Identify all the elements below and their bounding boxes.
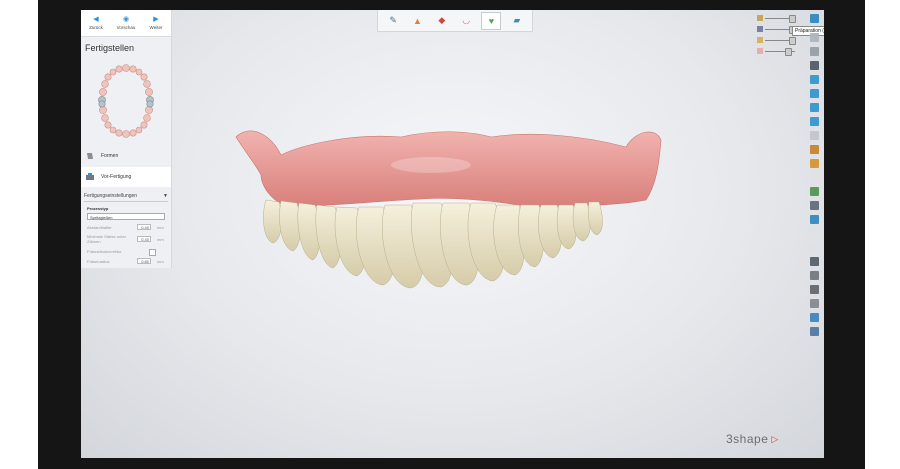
mill-radius-unit: mm xyxy=(157,259,164,264)
cut-icon[interactable] xyxy=(809,201,819,210)
color-palette-icon: ◆ xyxy=(438,15,446,25)
process-type-label: Prozesstyp xyxy=(87,206,109,211)
slider-upper[interactable] xyxy=(757,14,797,25)
visibility-sliders xyxy=(757,14,797,58)
transparency-icon[interactable] xyxy=(809,131,819,140)
toolbar-smile-button[interactable]: ◡ xyxy=(457,13,475,29)
step-label-formen: Formen xyxy=(101,153,119,159)
preview-label: Vorschau xyxy=(116,24,136,30)
axis-icon[interactable] xyxy=(809,299,819,308)
gingiva-icon: ♥ xyxy=(488,15,495,26)
toolbar-color-button[interactable]: ◆ xyxy=(433,13,451,29)
min-thickness-input[interactable]: 0.40 xyxy=(137,236,151,242)
section-icon[interactable] xyxy=(809,145,819,154)
disabled-icon-2 xyxy=(809,229,819,238)
slider-lower[interactable] xyxy=(757,25,797,36)
step-vor-fertigung[interactable]: Vor-Fertigung xyxy=(81,167,171,187)
view-icon-2[interactable] xyxy=(809,47,819,56)
mill-radius-correction-checkbox[interactable] xyxy=(149,249,156,256)
view-back-icon[interactable] xyxy=(809,89,819,98)
spacer-input[interactable]: 0.40 xyxy=(137,224,151,230)
toolbar-base-button[interactable]: ▰ xyxy=(508,13,526,29)
settings-header[interactable]: Fertigungseinstellungen ▼ xyxy=(84,191,168,202)
info-icon[interactable] xyxy=(809,327,819,336)
mill-radius-correction-label: Fräsradiuskorrektur xyxy=(87,249,122,254)
eye-icon: ◉ xyxy=(123,15,130,23)
gingiva-small-icon xyxy=(757,48,763,54)
view-icon-3[interactable] xyxy=(809,61,819,70)
teeth-icon xyxy=(757,37,763,43)
shape-tooth-icon xyxy=(87,153,93,159)
view-right-icon[interactable] xyxy=(809,117,819,126)
spacer-unit: mm xyxy=(157,225,164,230)
view-icon-1[interactable] xyxy=(809,33,819,42)
camera-icon[interactable] xyxy=(809,271,819,280)
disabled-icon-1 xyxy=(809,173,819,182)
toolbar-brush-button[interactable]: ✎ xyxy=(384,13,402,29)
filter-icon[interactable] xyxy=(809,285,819,294)
base-plate-icon: ▰ xyxy=(513,15,521,25)
manufacturing-icon xyxy=(86,173,94,180)
tooth-chart[interactable] xyxy=(93,62,159,140)
min-thickness-label: Minimale Stärke unter Zähnen xyxy=(87,234,126,244)
screenshot-icon[interactable] xyxy=(809,257,819,266)
nav-bar: ◀ Zurück ◉ Vorschau ▶ Weiter xyxy=(81,10,171,37)
app-screen: ◀ Zurück ◉ Vorschau ▶ Weiter Fertigstell… xyxy=(81,10,824,458)
occlusion-icon[interactable] xyxy=(809,187,819,196)
settings-title: Fertigungseinstellungen xyxy=(84,193,138,199)
step-label-vor-fertigung: Vor-Fertigung xyxy=(101,174,132,180)
view-front-icon[interactable] xyxy=(809,75,819,84)
lower-jaw-icon xyxy=(757,26,763,32)
close-icon[interactable] xyxy=(809,14,819,23)
measure-icon[interactable] xyxy=(809,159,819,168)
brand-logo: 3shape ▷ xyxy=(726,432,779,446)
back-arrow-icon: ◀ xyxy=(93,15,99,23)
step-formen[interactable]: Formen xyxy=(81,146,171,166)
back-label: Zurück xyxy=(89,24,103,30)
next-button[interactable]: ▶ Weiter xyxy=(141,10,171,36)
smile-icon: ◡ xyxy=(462,15,471,25)
upper-jaw-icon xyxy=(757,15,763,21)
brush-icon: ✎ xyxy=(389,15,397,25)
layer-icon[interactable] xyxy=(809,215,819,224)
chevron-down-icon: ▼ xyxy=(163,193,168,199)
panel-title: Fertigstellen xyxy=(85,43,135,53)
logo-mark-icon: ▷ xyxy=(771,433,779,444)
disabled-icon-3 xyxy=(809,243,819,252)
slider-teeth[interactable] xyxy=(757,36,797,47)
brand-text: 3shape xyxy=(726,432,769,446)
back-button[interactable]: ◀ Zurück xyxy=(81,10,111,36)
min-thickness-unit: mm xyxy=(157,237,164,242)
export-icon[interactable] xyxy=(809,313,819,322)
tooth-shape-icon: ▲ xyxy=(413,15,422,26)
denture-3d-model[interactable] xyxy=(231,125,671,290)
mill-radius-label: Fräserradius xyxy=(87,259,110,264)
mill-radius-input[interactable]: 0.80 xyxy=(137,258,151,264)
left-panel: ◀ Zurück ◉ Vorschau ▶ Weiter Fertigstell… xyxy=(81,10,172,268)
right-toolbar xyxy=(807,12,821,352)
process-type-select[interactable]: Spritzgießen xyxy=(87,213,165,220)
next-label: Weiter xyxy=(149,24,163,30)
preview-button[interactable]: ◉ Vorschau xyxy=(111,10,141,36)
top-toolbar: ✎ ▲ ◆ ◡ ♥ ▰ xyxy=(377,10,533,32)
toolbar-shape-button[interactable]: ▲ xyxy=(408,13,426,29)
slider-gingiva[interactable] xyxy=(757,47,797,58)
spacer-label: Abstandhalter xyxy=(87,225,112,230)
forward-arrow-icon: ▶ xyxy=(153,15,159,23)
view-left-icon[interactable] xyxy=(809,103,819,112)
toolbar-gingiva-button[interactable]: ♥ xyxy=(481,11,502,30)
